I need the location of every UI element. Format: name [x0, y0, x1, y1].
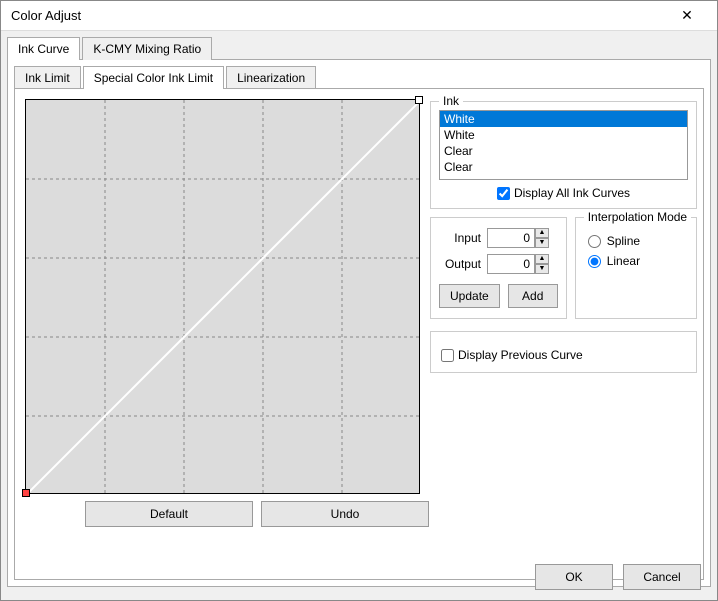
- ink-listbox[interactable]: White White Clear Clear: [439, 110, 688, 180]
- spline-label: Spline: [607, 234, 640, 248]
- linear-radio[interactable]: [588, 255, 601, 268]
- titlebar: Color Adjust ✕: [1, 1, 717, 31]
- ink-group: Ink White White Clear Clear Display All: [430, 101, 697, 209]
- default-button[interactable]: Default: [85, 501, 253, 527]
- spline-radio[interactable]: [588, 235, 601, 248]
- interpolation-group: Interpolation Mode Spline Linear: [575, 217, 697, 319]
- window-title: Color Adjust: [11, 8, 667, 23]
- outer-tabs: Ink Curve K-CMY Mixing Ratio Ink Limit S…: [7, 37, 711, 587]
- inner-tab-panel: Ink White White Clear Clear Display All: [14, 88, 704, 580]
- tab-linearization[interactable]: Linearization: [226, 66, 316, 89]
- display-prev-group: Display Previous Curve: [430, 331, 697, 373]
- input-spin-up-icon[interactable]: ▲: [535, 228, 549, 238]
- cancel-button[interactable]: Cancel: [623, 564, 701, 590]
- list-item[interactable]: Clear: [440, 143, 687, 159]
- tab-special-color-ink-limit[interactable]: Special Color Ink Limit: [83, 66, 224, 89]
- ink-group-title: Ink: [439, 94, 463, 108]
- display-all-checkbox[interactable]: [497, 187, 510, 200]
- io-group: Input ▲ ▼: [430, 217, 567, 319]
- input-field[interactable]: [487, 228, 535, 248]
- tab-ink-limit[interactable]: Ink Limit: [14, 66, 81, 89]
- close-icon[interactable]: ✕: [667, 7, 707, 24]
- output-label: Output: [439, 257, 481, 271]
- undo-button[interactable]: Undo: [261, 501, 429, 527]
- display-prev-checkbox[interactable]: [441, 349, 454, 362]
- ok-button[interactable]: OK: [535, 564, 613, 590]
- display-all-label: Display All Ink Curves: [514, 186, 630, 200]
- linear-label: Linear: [607, 254, 640, 268]
- list-item[interactable]: White: [440, 127, 687, 143]
- list-item[interactable]: Clear: [440, 159, 687, 175]
- update-button[interactable]: Update: [439, 284, 500, 308]
- input-spin-down-icon[interactable]: ▼: [535, 238, 549, 248]
- output-spin-up-icon[interactable]: ▲: [535, 254, 549, 264]
- outer-tab-panel: Ink Limit Special Color Ink Limit Linear…: [7, 59, 711, 587]
- dialog-window: Color Adjust ✕ Ink Curve K-CMY Mixing Ra…: [0, 0, 718, 601]
- curve-chart[interactable]: [25, 99, 420, 494]
- add-button[interactable]: Add: [508, 284, 558, 308]
- output-spin-down-icon[interactable]: ▼: [535, 264, 549, 274]
- display-prev-label: Display Previous Curve: [458, 348, 583, 362]
- curve-handle-end[interactable]: [415, 96, 423, 104]
- list-item[interactable]: White: [440, 111, 687, 127]
- interpolation-title: Interpolation Mode: [584, 210, 691, 224]
- input-label: Input: [439, 231, 481, 245]
- curve-handle-start[interactable]: [22, 489, 30, 497]
- inner-tabs: Ink Limit Special Color Ink Limit Linear…: [14, 66, 704, 580]
- tab-ink-curve[interactable]: Ink Curve: [7, 37, 80, 60]
- tab-kcmy-mixing[interactable]: K-CMY Mixing Ratio: [82, 37, 212, 60]
- output-field[interactable]: [487, 254, 535, 274]
